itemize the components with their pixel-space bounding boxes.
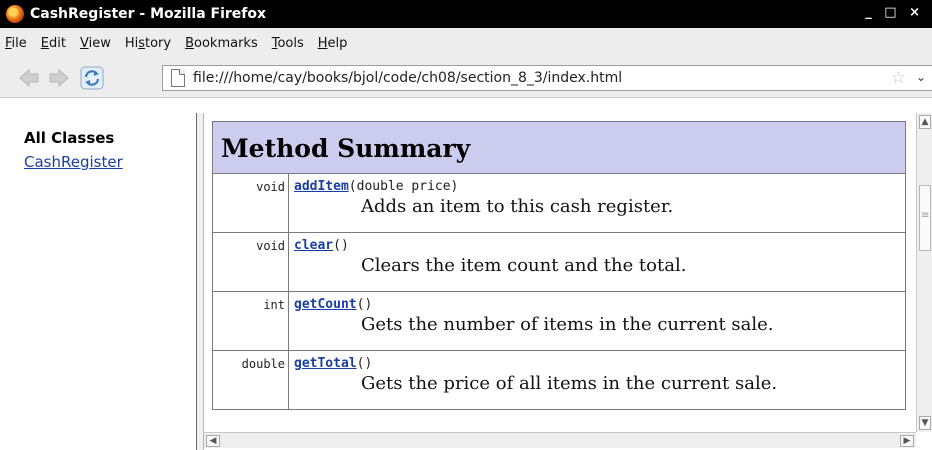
all-classes-heading: All Classes bbox=[24, 129, 115, 147]
vertical-scrollbar[interactable]: ▲ ▼ bbox=[916, 113, 932, 432]
menu-view[interactable]: View bbox=[73, 36, 118, 51]
menu-tools-label: ools bbox=[277, 35, 304, 51]
method-description: Gets the number of items in the current … bbox=[361, 314, 774, 335]
menu-history-label: tory bbox=[145, 35, 172, 51]
method-signature: addItem(double price) bbox=[294, 179, 901, 194]
class-link-cashregister[interactable]: CashRegister bbox=[24, 153, 196, 171]
scroll-down-arrow-icon[interactable]: ▼ bbox=[919, 416, 931, 430]
menu-view-mnemonic: V bbox=[79, 35, 89, 51]
method-description: Clears the item count and the total. bbox=[361, 255, 687, 276]
table-row: void clear() Clears the item count and t… bbox=[212, 232, 906, 292]
method-return-type: double bbox=[212, 350, 289, 410]
method-cell: getTotal() Gets the price of all items i… bbox=[288, 350, 906, 410]
class-detail-frame: Method Summary void addItem(double price… bbox=[204, 113, 916, 432]
menu-history[interactable]: History bbox=[118, 36, 178, 51]
firefox-logo-icon bbox=[6, 5, 24, 23]
menu-edit-mnemonic: E bbox=[40, 35, 49, 51]
method-params: () bbox=[356, 297, 373, 312]
table-row: void addItem(double price) Adds an item … bbox=[212, 173, 906, 233]
method-description: Gets the price of all items in the curre… bbox=[361, 373, 778, 394]
forward-arrow-icon[interactable] bbox=[48, 68, 70, 88]
menu-help-mnemonic: H bbox=[317, 35, 328, 51]
menu-bookmarks-mnemonic: B bbox=[185, 35, 195, 51]
menu-history-mnemonic: s bbox=[138, 35, 145, 51]
window-controls[interactable]: _ □ × bbox=[865, 5, 924, 20]
menu-help[interactable]: Help bbox=[311, 36, 355, 51]
table-row: int getCount() Gets the number of items … bbox=[212, 291, 906, 351]
method-link-getcount[interactable]: getCount bbox=[294, 297, 357, 312]
method-return-type: void bbox=[212, 173, 289, 233]
method-signature: getTotal() bbox=[294, 356, 901, 371]
menu-file[interactable]: File bbox=[0, 36, 34, 51]
class-list-frame: All Classes CashRegister bbox=[0, 99, 196, 450]
method-params: (double price) bbox=[348, 179, 459, 194]
url-dropdown-icon[interactable]: ⌄ bbox=[916, 70, 926, 84]
scroll-left-arrow-icon[interactable]: ◀ bbox=[206, 435, 220, 447]
method-cell: addItem(double price) Adds an item to th… bbox=[288, 173, 906, 233]
horizontal-scrollbar[interactable]: ◀ ▶ bbox=[204, 432, 916, 448]
method-cell: getCount() Gets the number of items in t… bbox=[288, 291, 906, 351]
method-summary-header-row: Method Summary bbox=[212, 121, 906, 174]
menu-bar: File Edit View History Bookmarks Tools H… bbox=[0, 28, 932, 58]
method-return-type: void bbox=[212, 232, 289, 292]
address-bar[interactable]: file:///home/cay/books/bjol/code/ch08/se… bbox=[162, 65, 932, 91]
window-titlebar: CashRegister - Mozilla Firefox _ □ × bbox=[0, 0, 932, 28]
scroll-right-arrow-icon[interactable]: ▶ bbox=[900, 435, 914, 447]
scrollbar-thumb[interactable] bbox=[919, 185, 931, 251]
bookmark-star-icon[interactable]: ☆ bbox=[891, 68, 906, 88]
menu-view-label: iew bbox=[88, 35, 111, 51]
menu-bookmarks-label: ookmarks bbox=[194, 35, 258, 51]
method-link-clear[interactable]: clear bbox=[294, 238, 333, 253]
frame-divider[interactable] bbox=[196, 113, 204, 450]
method-return-type: int bbox=[212, 291, 289, 351]
menu-bookmarks[interactable]: Bookmarks bbox=[178, 36, 265, 51]
window-title: CashRegister - Mozilla Firefox bbox=[30, 6, 267, 22]
method-signature: clear() bbox=[294, 238, 901, 253]
menu-edit[interactable]: Edit bbox=[34, 36, 73, 51]
page-icon bbox=[171, 69, 185, 87]
table-row: double getTotal() Gets the price of all … bbox=[212, 350, 906, 410]
method-description: Adds an item to this cash register. bbox=[361, 196, 674, 217]
menu-tools[interactable]: Tools bbox=[265, 36, 311, 51]
menu-help-label: elp bbox=[327, 35, 348, 51]
reload-icon[interactable] bbox=[80, 66, 104, 90]
menu-file-label: ile bbox=[11, 35, 27, 51]
method-link-additem[interactable]: addItem bbox=[294, 179, 349, 194]
back-arrow-icon[interactable] bbox=[18, 68, 40, 88]
menu-edit-label: dit bbox=[49, 35, 66, 51]
page-content: All Classes CashRegister Method Summary … bbox=[0, 99, 932, 450]
url-text[interactable]: file:///home/cay/books/bjol/code/ch08/se… bbox=[193, 70, 622, 86]
method-params: () bbox=[333, 238, 349, 253]
scroll-up-arrow-icon[interactable]: ▲ bbox=[919, 115, 931, 129]
method-summary-table: Method Summary void addItem(double price… bbox=[212, 121, 906, 410]
method-params: () bbox=[356, 356, 373, 371]
method-summary-heading: Method Summary bbox=[212, 121, 906, 174]
method-link-gettotal[interactable]: getTotal bbox=[294, 356, 357, 371]
menu-history-prefix: Hi bbox=[124, 35, 139, 51]
navigation-toolbar: file:///home/cay/books/bjol/code/ch08/se… bbox=[0, 58, 932, 98]
method-cell: clear() Clears the item count and the to… bbox=[288, 232, 906, 292]
method-signature: getCount() bbox=[294, 297, 901, 312]
